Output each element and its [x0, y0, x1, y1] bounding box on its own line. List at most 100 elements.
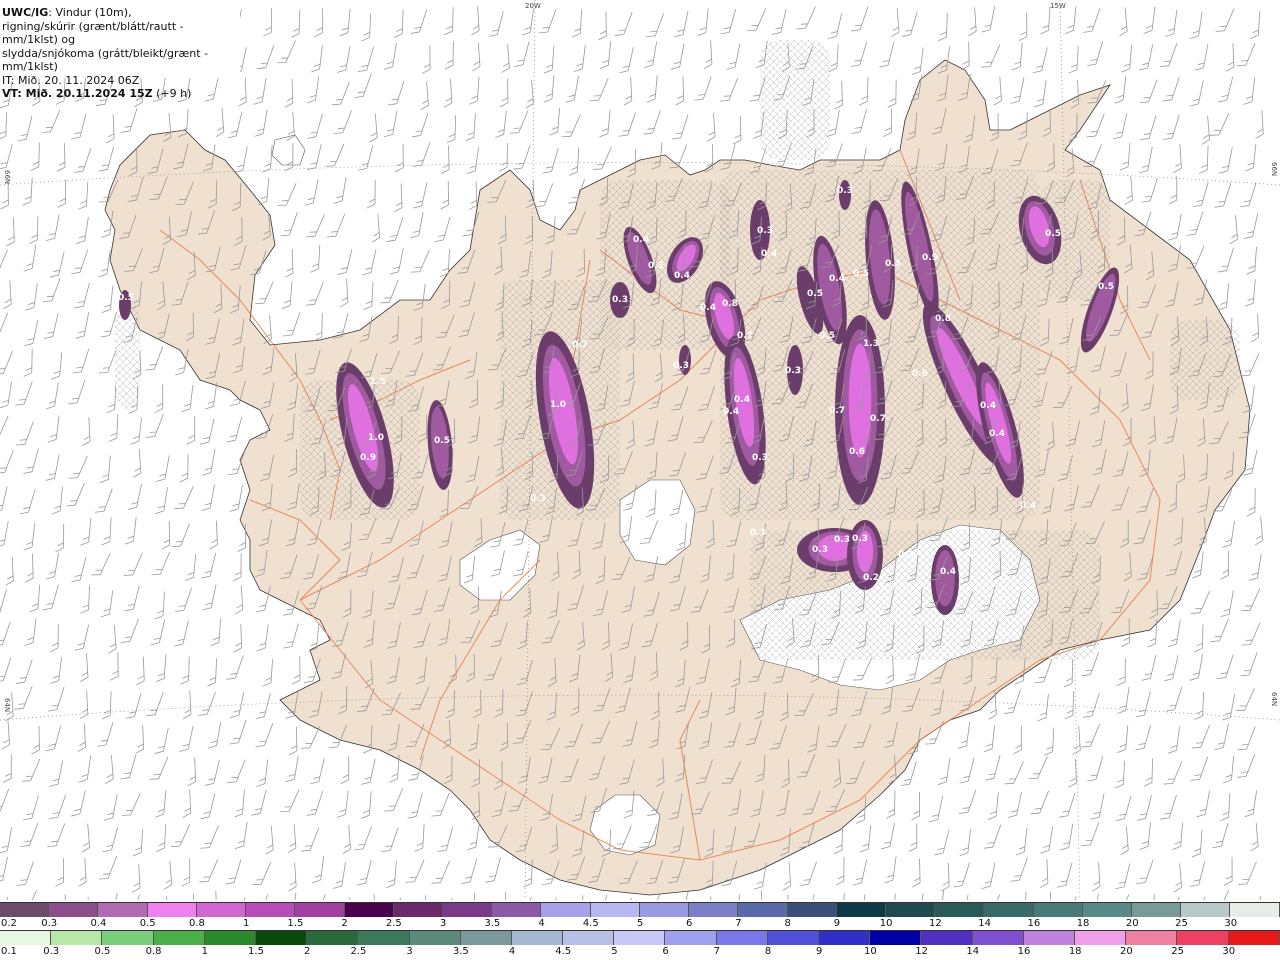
label-15w: 15W [1050, 2, 1066, 10]
legend-rain-tick-label: 18 [1068, 946, 1082, 957]
legend-rain-tick-label: 25 [1171, 946, 1184, 957]
legend-rain-swatch [1023, 931, 1075, 945]
legend-snow-swatch [541, 903, 591, 917]
precip-value-label: 0.4 [829, 274, 845, 284]
legend-rain-swatch [409, 931, 461, 945]
legend-rain-swatch [767, 931, 819, 945]
legend-rain-swatch [1126, 931, 1178, 945]
legend-rain-swatch [921, 931, 973, 945]
legend-snow-tick-label: 8 [784, 918, 791, 929]
legend-snow-tick-label: 3.5 [484, 918, 501, 929]
legend-snow-tick-label: 25 [1175, 918, 1188, 929]
legend-rain-tick-label: 6 [662, 946, 669, 957]
title-line-valid: VT: Mið. 20.11.2024 15Z (+9 h) [2, 87, 240, 101]
legend-snow-tick-label: 10 [879, 918, 893, 929]
legend-rain-swatch [511, 931, 564, 945]
legend-snow-tick-label: 20 [1125, 918, 1139, 929]
legend-snow-tick-label: 4.5 [582, 918, 599, 929]
label-66n-right: 66N [1270, 162, 1278, 176]
precip-value-label: 0.5 [118, 293, 134, 303]
legend-rain-tick-label: 16 [1017, 946, 1031, 957]
legend-rain-swatch [870, 931, 922, 945]
legend-rain-swatch [819, 931, 871, 945]
precip-value-label: 0.7 [737, 331, 753, 341]
legend-rain-tick-label: 30 [1222, 946, 1236, 957]
precip-value-label: 0.8 [935, 314, 951, 324]
precip-value-label: 0.8 [722, 299, 738, 309]
legend-rain-swatch [1074, 931, 1127, 945]
legend-snow-swatch [738, 903, 788, 917]
precip-value-label: 0.3 [673, 361, 689, 371]
legend-rain-swatch [460, 931, 512, 945]
precip-value-label: 1.3 [863, 339, 879, 349]
legend-rain-tick-label: 0.3 [43, 946, 60, 957]
precip-value-label: 0.6 [912, 369, 928, 379]
legend-rain-tick-label: 3 [406, 946, 413, 957]
legend-snow: 0.2 0.3 0.4 0.5 0.8 1 1.5 2 2.5 3 3.5 4 4.5 5 6 7 8 9 10 12… [0, 902, 1280, 932]
legend-snow-tick-label: 6 [686, 918, 693, 929]
precip-band-21 [931, 545, 959, 615]
precip-value-label: 0.3 [750, 528, 766, 538]
legend-snow-tick-label: 0.3 [41, 918, 58, 929]
legend-rain-swatch [1177, 931, 1229, 945]
legend-snow-swatches [0, 902, 1280, 918]
model-name: UWC/IG [2, 6, 49, 19]
legend-snow-swatch [1132, 903, 1182, 917]
legend-snow-swatch [1082, 903, 1133, 917]
legend-rain-swatch [153, 931, 205, 945]
description-line-3: slydda/snjókoma (grátt/bleikt/grænt - mm… [2, 46, 209, 74]
legend-rain-tick-label: 7 [713, 946, 720, 957]
weather-map: 0.51.51.00.90.51.00.70.30.40.30.40.40.30… [0, 0, 1280, 900]
precip-value-label: 0.7 [870, 414, 886, 424]
precip-value-label: 0.3 [757, 226, 773, 236]
legend-rain-tick-label: 4 [508, 946, 516, 957]
precip-value-label: 0.3 [812, 545, 828, 555]
legend-snow-tick-label: 7 [735, 918, 742, 929]
precip-value-label: 0.2 [648, 261, 664, 271]
precip-value-label: 0.2 [898, 550, 914, 560]
legend-rain-tick-label: 0.1 [1, 946, 17, 957]
legend-snow-tick-label: 14 [978, 918, 991, 929]
legend-rain-tick-label: 14 [966, 946, 980, 957]
legend-rain-tick-label: 4.5 [555, 946, 572, 957]
precip-value-label: 0.4 [734, 395, 750, 405]
legend-snow-tick-label: 12 [929, 918, 942, 929]
description-line-2: rigning/skúrir (grænt/blátt/rautt - mm/1… [2, 19, 184, 47]
legend-snow-tick-label: 30 [1224, 918, 1238, 929]
legend-snow-swatch [295, 903, 345, 917]
precip-value-label: 0.4 [1020, 501, 1036, 511]
legend-rain-tick-label: 5 [611, 946, 618, 957]
legend-snow-ticks: 0.2 0.3 0.4 0.5 0.8 1 1.5 2 2.5 3 3.5 4 4.5 5 6 7 8 9 10 12… [0, 917, 1280, 931]
legend-snow-swatch [787, 903, 837, 917]
precip-value-label: 0.3 [785, 366, 801, 376]
legend-snow-swatch [689, 903, 739, 917]
legend-rain-tick-label: 3.5 [452, 946, 469, 957]
precip-value-label: 0.3 [834, 535, 850, 545]
legend-rain-swatch [102, 931, 154, 945]
legend-rain-tick-label: 20 [1120, 946, 1133, 957]
legend-snow-swatch [442, 903, 493, 917]
legend-snow-tick-label: 0.2 [1, 918, 17, 929]
precip-value-label: 0.5 [1045, 229, 1061, 239]
legend-snow-swatch [49, 903, 99, 917]
precip-value-label: 0.6 [849, 447, 865, 457]
legend-rain-tick-label: 0.8 [145, 946, 162, 957]
legend-snow-swatch [639, 903, 690, 917]
legend-rain-swatch [307, 931, 359, 945]
precip-value-label: 1.0 [368, 433, 384, 443]
precip-value-label: 0.7 [572, 340, 588, 350]
precip-value-label: 0.5 [1098, 282, 1114, 292]
precip-value-label: 0.4 [989, 429, 1005, 439]
legend-snow-tick-label: 0.5 [139, 918, 156, 929]
precip-value-label: 0.5 [885, 259, 901, 269]
legend-rain-swatch [204, 931, 256, 945]
legend-snow-tick-label: 1.5 [287, 918, 304, 929]
legend-snow-tick-label: 5 [636, 918, 644, 929]
legend-rain-tick-label: 2.5 [350, 946, 367, 957]
legend-rain-swatch [51, 931, 103, 945]
legend-rain-swatch [255, 931, 308, 945]
legend-snow-swatch [935, 903, 985, 917]
legend-snow-swatch [344, 903, 394, 917]
legend-snow-swatch [0, 903, 50, 917]
legend-rain-swatch [665, 931, 717, 945]
